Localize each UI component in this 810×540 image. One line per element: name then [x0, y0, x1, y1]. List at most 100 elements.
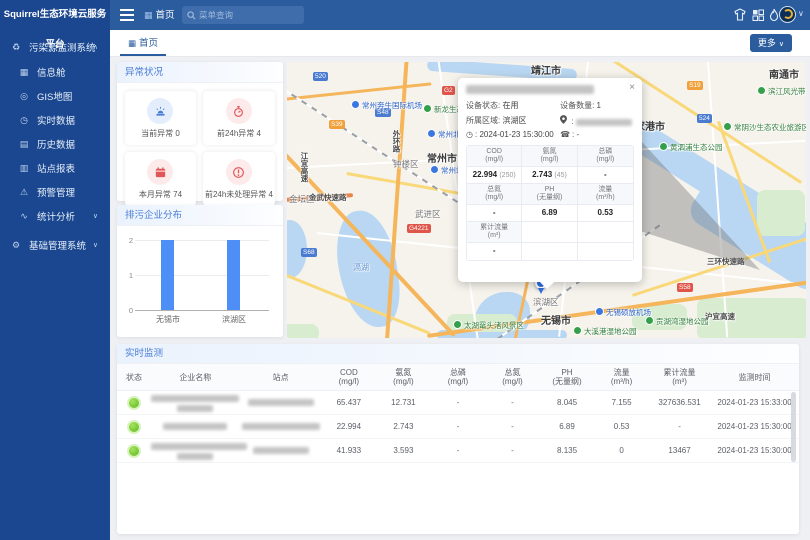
- device-time-value: 2024-01-23 15:30:00: [479, 130, 553, 139]
- user-menu-chevron-icon[interactable]: ∨: [798, 9, 804, 18]
- grid-icon: ▦: [144, 10, 153, 20]
- device-status-value: 在用: [502, 101, 518, 110]
- route-badge: S58: [677, 283, 693, 292]
- route-badge: 520: [313, 72, 328, 81]
- map-label-airport: 无锡硕放机场: [595, 307, 651, 318]
- map-label-city: 无锡市: [541, 312, 571, 327]
- map-green-area: [287, 324, 319, 338]
- panel-title: 排污企业分布: [117, 205, 283, 226]
- panel-title: 实时监测: [117, 344, 799, 364]
- clock-icon: ◷: [466, 130, 473, 139]
- map-green-area: [757, 190, 805, 236]
- device-phone-value: -: [577, 130, 580, 139]
- redacted-address: [576, 119, 632, 126]
- chevron-down-icon: ∨: [779, 41, 784, 48]
- map-label-poi: 大溪港湿地公园: [573, 326, 637, 337]
- clock-icon: ◷: [18, 115, 30, 126]
- menu-collapse-icon[interactable]: [120, 9, 134, 21]
- status-dot-normal: [129, 446, 139, 456]
- realtime-monitor-panel: 实时监测 状态 企业名称 站点 COD(mg/l) 氨氮(mg/l) 总磷(mg…: [117, 344, 799, 534]
- route-badge: S68: [301, 248, 317, 257]
- map-label-road: 金武快速路: [309, 192, 347, 203]
- map-label-road: 江宜高速: [299, 152, 310, 182]
- sidebar-item-station-report[interactable]: ▥站点报表: [0, 156, 110, 180]
- bar-wuxi: [161, 240, 174, 310]
- y-tick: 1: [123, 271, 133, 280]
- topbar: Squirrel生态环境云服务平台 ▦首页 ∨: [0, 0, 810, 30]
- route-badge: S19: [687, 81, 703, 90]
- map-label-poi: 黄泗浦生态公园: [659, 142, 723, 153]
- redacted-company-name: [151, 441, 240, 459]
- chevron-down-icon: ∨: [93, 241, 98, 249]
- map-label-lake: 滆湖: [353, 262, 369, 273]
- layout-switch-icon[interactable]: [751, 8, 765, 22]
- theme-skin-icon[interactable]: [733, 8, 747, 22]
- sidebar-item-history-data[interactable]: ▤历史数据: [0, 132, 110, 156]
- more-button[interactable]: 更多∨: [750, 34, 792, 52]
- route-badge: G2: [442, 86, 455, 95]
- redacted-company-name: [151, 393, 240, 411]
- table-row[interactable]: 65.437 12.731 - - 8.045 7.155 327636.531…: [117, 391, 799, 415]
- route-badge: G4221: [407, 224, 431, 233]
- sidebar-item-realtime-data[interactable]: ◷实时数据: [0, 108, 110, 132]
- route-badge: 524: [697, 114, 712, 123]
- sidebar-item-alert-management[interactable]: ⚠预警管理: [0, 180, 110, 204]
- compass-icon: ◎: [18, 91, 30, 102]
- table-row[interactable]: 22.994 2.743 - - 6.89 0.53 - 2024-01-23 …: [117, 415, 799, 439]
- gear-icon: ⚙: [10, 240, 22, 251]
- sidebar-item-info-cabin[interactable]: ▦信息舱: [0, 60, 110, 84]
- device-info-popup: × 设备状态: 在用 设备数量: 1 所属区域: 滨湖区 : ◷: 2024-0…: [458, 78, 642, 282]
- map-label-district: 钟楼区: [393, 158, 419, 170]
- map-label-city: 常州市: [427, 150, 457, 165]
- map-highway: [287, 82, 431, 101]
- table-header-row: 状态 企业名称 站点 COD(mg/l) 氨氮(mg/l) 总磷(mg/l) 总…: [117, 364, 799, 391]
- y-tick: 2: [123, 236, 133, 245]
- card-24h-abnormal: 前24h异常 4: [203, 91, 275, 145]
- stopwatch-icon: [232, 105, 245, 118]
- map-label-district: 武进区: [415, 208, 441, 220]
- close-icon[interactable]: ×: [629, 82, 635, 93]
- search-input[interactable]: [199, 10, 299, 20]
- sidebar-item-statistics[interactable]: ∿统计分析 ∨: [0, 204, 110, 228]
- app-logo: Squirrel生态环境云服务平台: [0, 0, 110, 30]
- bar-binhu: [227, 240, 240, 310]
- grid-icon: ▦: [128, 38, 136, 48]
- topbar-home-link[interactable]: ▦首页: [144, 0, 175, 30]
- history-icon: ▤: [18, 139, 30, 150]
- chevron-down-icon: ∨: [93, 212, 98, 220]
- panel-title: 异常状况: [117, 62, 283, 83]
- status-dot-normal: [129, 422, 139, 432]
- table-row[interactable]: 41.933 3.593 - - 8.135 0 13467 2024-01-2…: [117, 439, 799, 463]
- calendar-icon: [154, 166, 167, 179]
- tabbar: ▦首页 更多∨: [110, 30, 810, 57]
- route-badge: S39: [329, 120, 345, 129]
- redacted-station-name: [240, 446, 322, 455]
- map-label-poi: 太湖鼋头渚风景区: [453, 320, 524, 331]
- sidebar: ♻ 污染源监测系统 ∧ ▦信息舱 ◎GIS地图 ◷实时数据 ▤历史数据 ▥站点报…: [0, 30, 110, 540]
- dashboard-icon: ▦: [18, 67, 30, 78]
- search-icon: [187, 11, 196, 20]
- x-category: 无锡市: [146, 314, 190, 325]
- line-chart-icon: ∿: [18, 211, 30, 222]
- sidebar-item-gis-map[interactable]: ◎GIS地图: [0, 84, 110, 108]
- popup-metrics-table: COD(mg/l) 氨氮(mg/l) 总磷(mg/l) 22.994 (250)…: [466, 145, 634, 261]
- alert-circle-icon: [232, 166, 245, 179]
- map-label-city: 靖江市: [531, 62, 561, 77]
- map-label-poi: 滨江风光带: [757, 86, 806, 97]
- bar-chart: 2 1 0 无锡市 滨湖区: [117, 226, 283, 337]
- alert-icon: ⚠: [18, 187, 30, 198]
- table-scrollbar[interactable]: [791, 392, 796, 462]
- map-label-city: 南通市: [769, 66, 799, 81]
- menu-search[interactable]: [182, 6, 304, 24]
- x-category: 滨湖区: [212, 314, 256, 325]
- sidebar-section-basic[interactable]: ⚙ 基础管理系统 ∨: [0, 232, 110, 258]
- redacted-company-name: [151, 422, 240, 431]
- redacted-station-name: [240, 422, 322, 431]
- abnormal-status-panel: 异常状况 当前异常 0 前24h异常 4 本月异常 74: [117, 62, 283, 201]
- card-current-abnormal: 当前异常 0: [125, 91, 196, 145]
- phone-icon: ☎: [560, 130, 570, 139]
- user-avatar[interactable]: [779, 6, 796, 23]
- tab-home[interactable]: ▦首页: [120, 30, 166, 56]
- redacted-company-name: [466, 85, 594, 94]
- device-count-value: 1: [597, 101, 601, 110]
